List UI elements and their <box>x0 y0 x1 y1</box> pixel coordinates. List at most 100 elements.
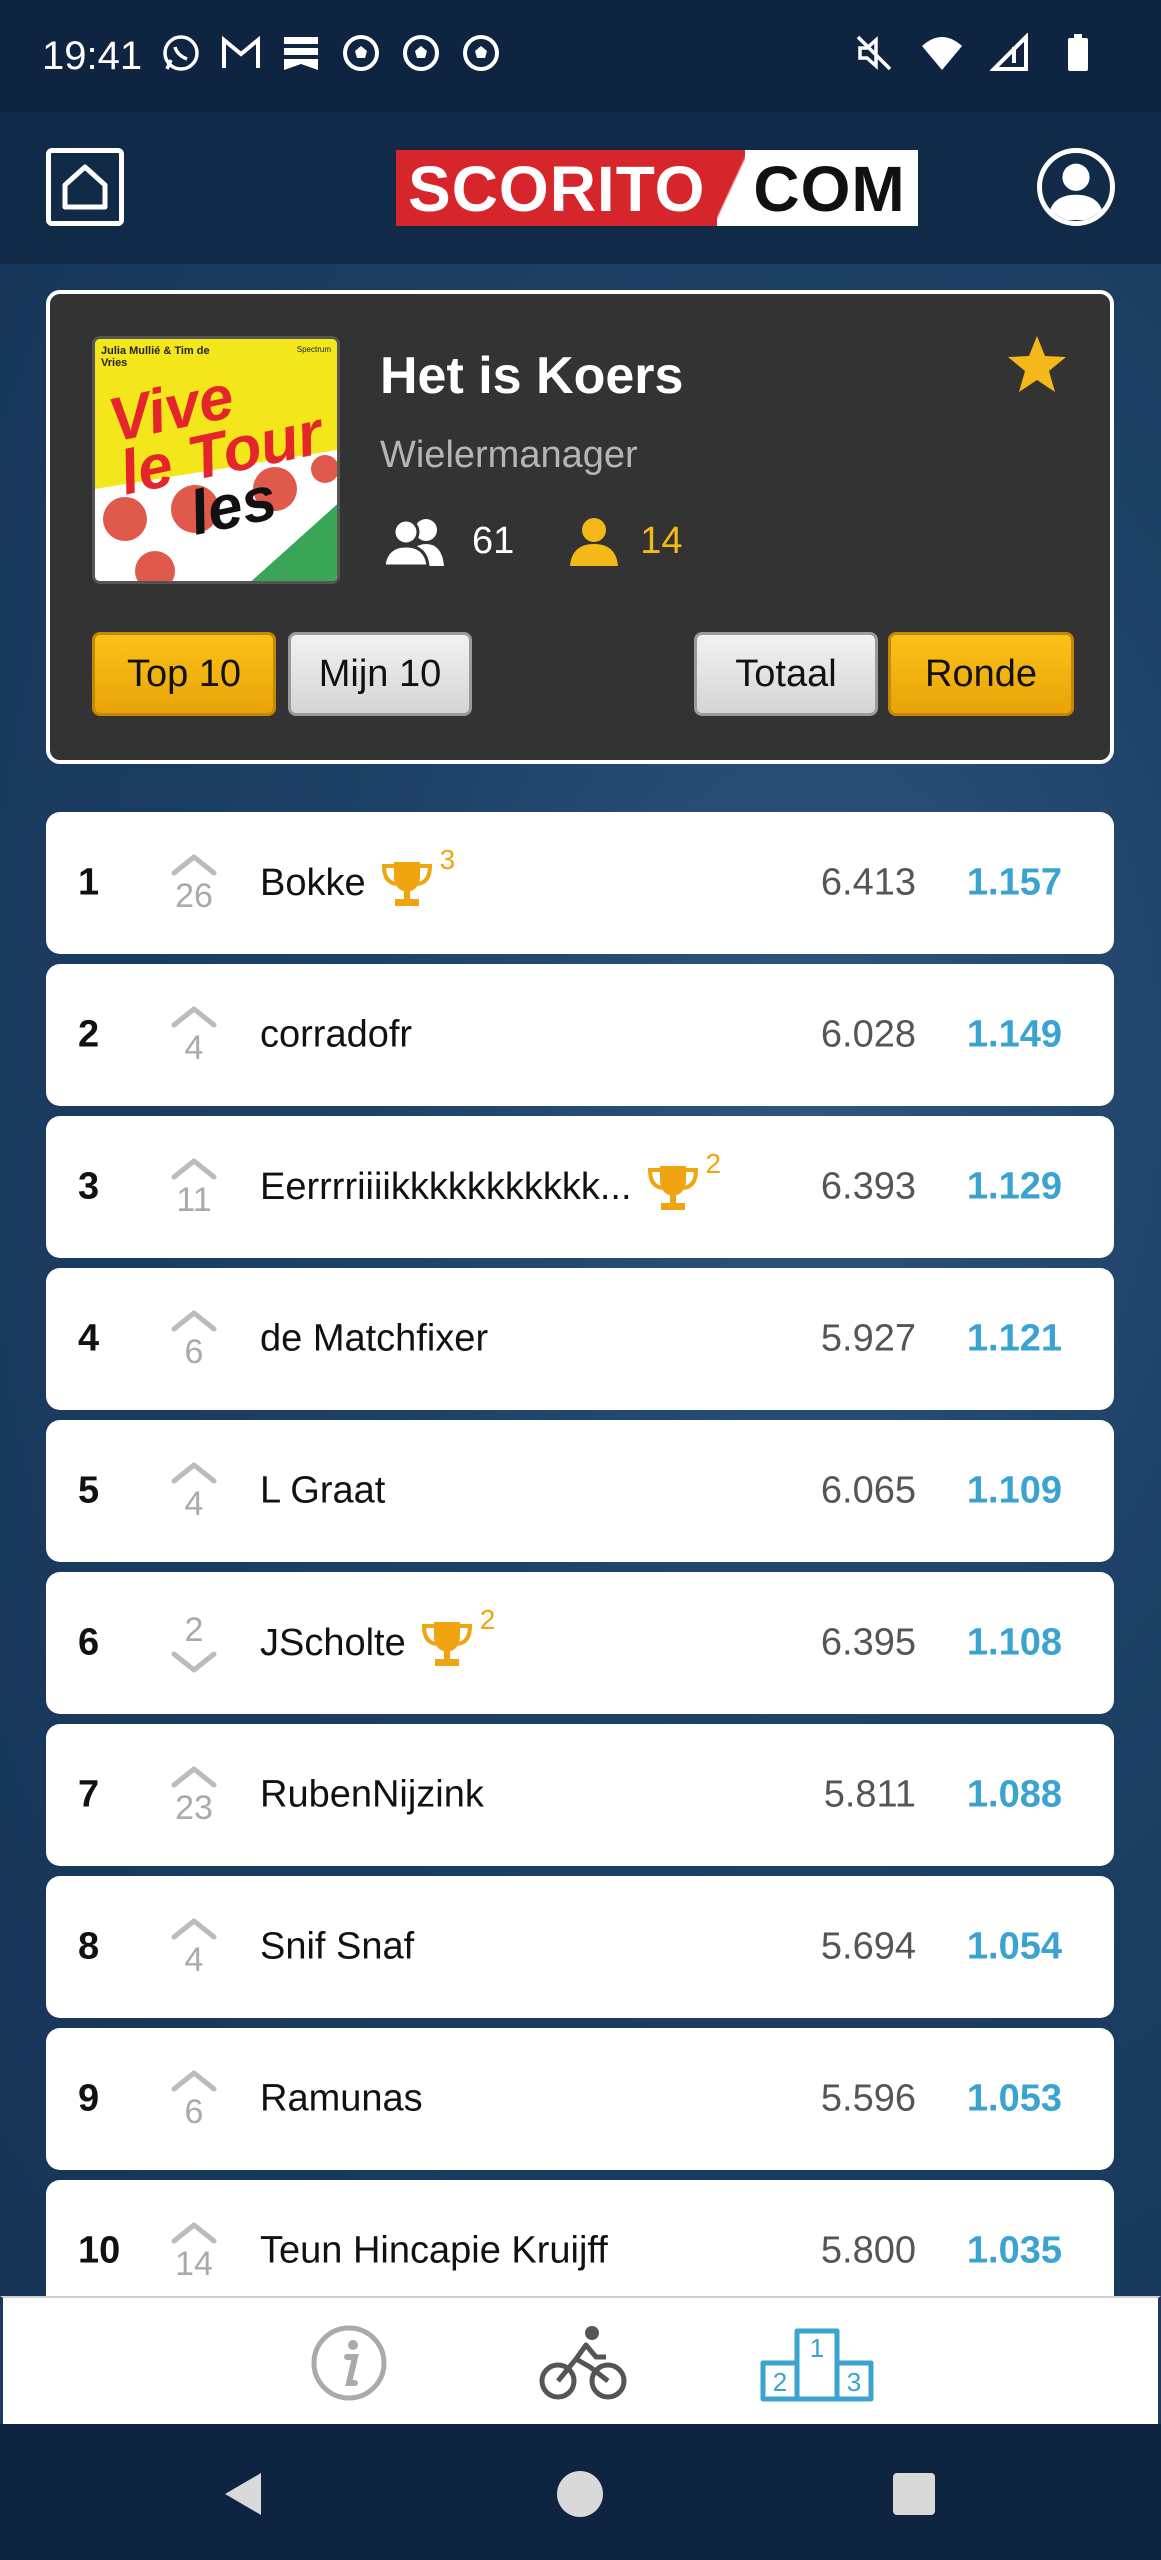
round-score: 1.088 <box>966 1773 1062 1816</box>
logo-slash <box>717 150 746 226</box>
tab-info[interactable] <box>289 2318 409 2408</box>
total-score: 5.596 <box>820 2077 916 2120</box>
home-circle-icon <box>557 2471 603 2517</box>
logo-left: SCORITO <box>396 150 718 226</box>
total-score: 5.811 <box>823 1773 916 1816</box>
rank-position: 1 <box>78 861 100 904</box>
player-name-cell: Snif Snaf <box>260 1926 414 1969</box>
ranking-row[interactable]: 5 4 L Graat 6.065 1.109 <box>46 1420 1114 1562</box>
round-score: 1.109 <box>966 1469 1062 1512</box>
home-button[interactable] <box>46 148 124 226</box>
rank-movement: 6 <box>164 1288 224 1390</box>
system-icons <box>851 30 1101 76</box>
rank-movement: 4 <box>164 1440 224 1542</box>
cover-publisher: Spectrum <box>296 345 331 354</box>
group-icon <box>382 518 444 566</box>
rank-movement: 4 <box>164 1896 224 1998</box>
soccer-ball-icon <box>458 30 504 76</box>
trophy-icon <box>421 1622 472 1666</box>
chevron-up-icon <box>171 1310 217 1331</box>
mijn10-button[interactable]: Mijn 10 <box>288 632 472 716</box>
rank-position: 3 <box>78 1165 100 1208</box>
ranking-row[interactable]: 8 4 Snif Snaf 5.694 1.054 <box>46 1876 1114 2018</box>
chevron-up-icon <box>171 1766 217 1787</box>
favorite-star-icon[interactable] <box>1006 334 1068 396</box>
home-nav-button[interactable] <box>550 2464 610 2524</box>
person-icon <box>570 518 619 566</box>
my-teams-count: 14 <box>640 519 683 562</box>
user-avatar-icon <box>1047 163 1105 220</box>
battery-icon <box>1055 30 1101 76</box>
movement-count: 4 <box>184 1940 204 1979</box>
league-type: Wielermanager <box>380 434 638 476</box>
player-name-cell: Eerrrriiiikkkkkkkkkkk... 2 <box>260 1148 721 1212</box>
ronde-button[interactable]: Ronde <box>888 632 1074 716</box>
ranking-row[interactable]: 7 23 RubenNijzink 5.811 1.088 <box>46 1724 1114 1866</box>
player-name: Bokke <box>260 861 366 904</box>
ranking-row[interactable]: 3 11 Eerrrriiiikkkkkkkkkkk... 2 6.393 1.129 <box>46 1116 1114 1258</box>
player-name-cell: corradofr <box>260 1014 412 1057</box>
status-time: 19:41 <box>42 34 143 78</box>
rank-movement: 23 <box>164 1744 224 1846</box>
player-name-cell: Teun Hincapie Kruijff <box>260 2230 608 2273</box>
podium-first: 1 <box>810 2333 824 2363</box>
ranking-row[interactable]: 2 4 corradofr 6.028 1.149 <box>46 964 1114 1106</box>
back-triangle-icon <box>225 2473 261 2515</box>
rank-movement: 14 <box>164 2200 224 2302</box>
soccer-ball-icon <box>338 30 384 76</box>
recents-button[interactable] <box>884 2464 944 2524</box>
league-cover-image: Julia Mullié & Tim de Vries Spectrum Viv… <box>92 336 340 584</box>
total-score: 6.395 <box>820 1621 916 1664</box>
whatsapp-icon <box>158 30 204 76</box>
movement-count: 26 <box>175 876 213 915</box>
round-score: 1.157 <box>966 861 1062 904</box>
rank-position: 9 <box>78 2077 100 2120</box>
player-name-cell: Ramunas <box>260 2078 423 2121</box>
chevron-up-icon <box>171 854 217 875</box>
news-icon <box>278 30 324 76</box>
player-name: RubenNijzink <box>260 1773 484 1816</box>
player-name: Snif Snaf <box>260 1925 415 1968</box>
logo-right: COM <box>745 150 918 226</box>
total-score: 6.413 <box>820 861 916 904</box>
player-name-cell: Bokke 3 <box>260 844 455 908</box>
home-icon <box>62 164 108 210</box>
info-icon <box>311 2325 387 2401</box>
rank-position: 5 <box>78 1469 100 1512</box>
system-navigation-bar <box>0 2424 1161 2560</box>
player-name: Eerrrriiiikkkkkkkkkkk... <box>260 1165 632 1208</box>
podium-icon: 12 3 <box>760 2328 874 2402</box>
league-stats: 61 14 <box>380 516 683 566</box>
rank-position: 8 <box>78 1925 100 1968</box>
round-score: 1.035 <box>966 2229 1062 2272</box>
player-name: JScholte <box>260 1621 406 1664</box>
back-button[interactable] <box>214 2464 274 2524</box>
player-name: Teun Hincapie Kruijff <box>260 2229 608 2272</box>
player-name-cell: JScholte 2 <box>260 1604 495 1668</box>
scorito-logo[interactable]: SCORITO COM <box>396 150 918 226</box>
total-score: 5.927 <box>820 1317 916 1360</box>
movement-count: 4 <box>184 1028 204 1067</box>
player-name: L Graat <box>260 1469 386 1512</box>
top10-button[interactable]: Top 10 <box>92 632 276 716</box>
total-score: 5.800 <box>820 2229 916 2272</box>
chevron-up-icon <box>171 1918 217 1939</box>
ranking-row[interactable]: 9 6 Ramunas 5.596 1.053 <box>46 2028 1114 2170</box>
chevron-up-icon <box>171 2070 217 2091</box>
total-score: 6.028 <box>820 1013 916 1056</box>
player-name: corradofr <box>260 1013 413 1056</box>
ranking-row[interactable]: 1 26 Bokke 3 6.413 1.157 <box>46 812 1114 954</box>
members-stat: 61 <box>380 516 514 566</box>
league-title: Het is Koers <box>380 347 684 405</box>
ranking-row[interactable]: 6 2 JScholte 2 6.395 1.108 <box>46 1572 1114 1714</box>
recents-square-icon <box>893 2473 935 2515</box>
tab-team[interactable] <box>523 2318 643 2408</box>
movement-count: 14 <box>175 2244 213 2283</box>
movement-count: 11 <box>176 1180 212 1219</box>
league-card: Julia Mullié & Tim de Vries Spectrum Viv… <box>46 290 1114 764</box>
ranking-row[interactable]: 4 6 de Matchfixer 5.927 1.121 <box>46 1268 1114 1410</box>
tab-ranking[interactable]: 12 3 <box>757 2318 877 2408</box>
profile-button[interactable] <box>1037 148 1115 226</box>
totaal-button[interactable]: Totaal <box>694 632 878 716</box>
rank-movement: 4 <box>164 984 224 1086</box>
